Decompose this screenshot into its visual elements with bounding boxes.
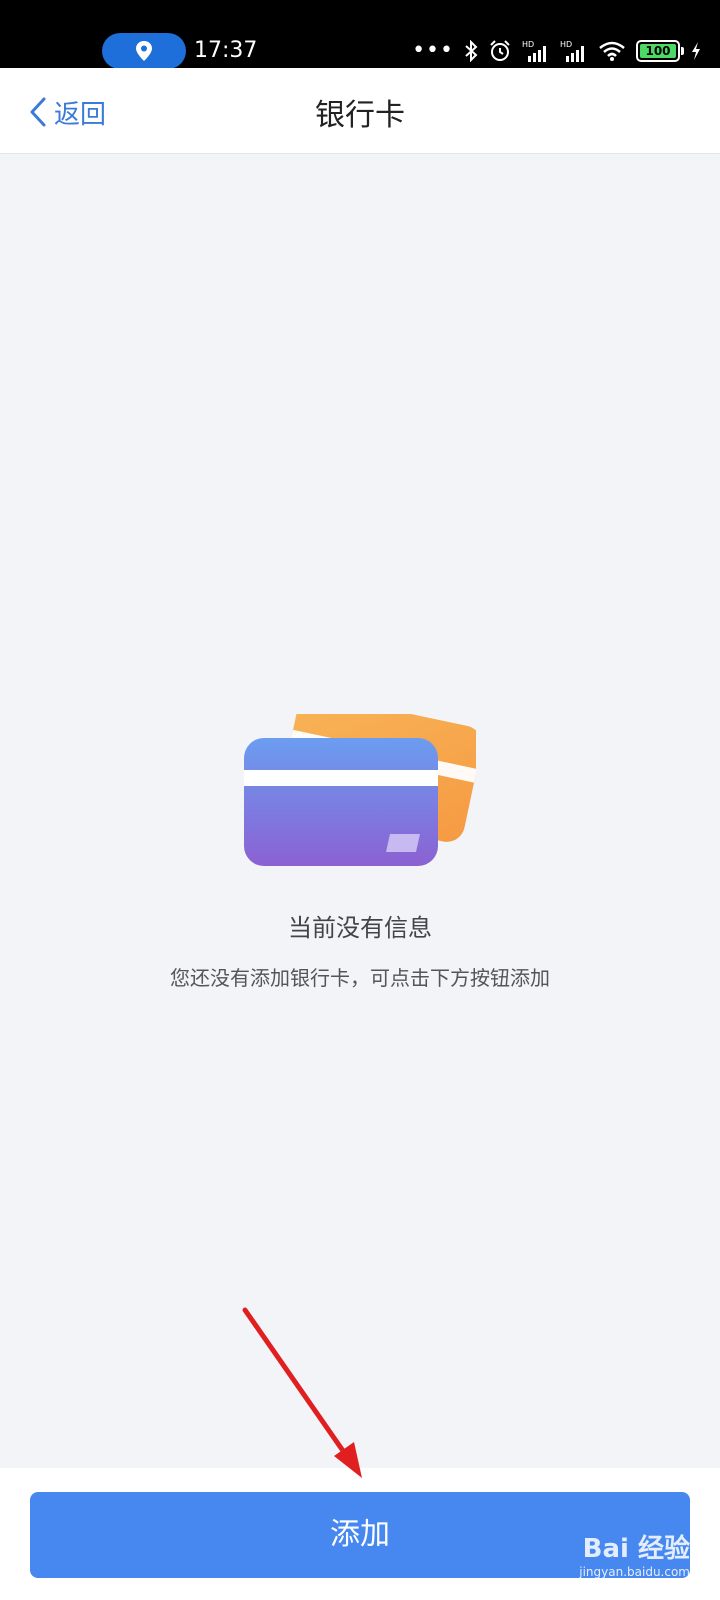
bluetooth-icon — [465, 40, 478, 62]
more-dots-icon: ••• — [412, 38, 454, 63]
bank-card-illustration — [244, 714, 476, 866]
location-icon — [136, 41, 152, 61]
charging-icon — [692, 42, 700, 60]
status-bar: 17:37 ••• HD HD 100 — [0, 0, 720, 69]
empty-state-description: 您还没有添加银行卡，可点击下方按钮添加 — [170, 966, 550, 990]
hd-signal-icon: HD — [560, 40, 584, 62]
empty-state-title: 当前没有信息 — [288, 914, 432, 942]
page-title: 银行卡 — [315, 98, 405, 133]
hd-signal-icon: HD — [522, 40, 546, 62]
svg-text:HD: HD — [522, 40, 534, 49]
wifi-icon — [599, 41, 625, 61]
status-time: 17:37 — [194, 38, 258, 63]
svg-text:HD: HD — [560, 40, 572, 49]
alarm-icon — [490, 40, 510, 61]
battery-level: 100 — [640, 44, 676, 58]
add-bank-card-button[interactable]: 添加 — [30, 1492, 690, 1578]
nav-bar: 返回 银行卡 — [0, 68, 720, 154]
battery-icon: 100 — [636, 40, 684, 62]
status-icons: ••• HD HD 100 — [412, 36, 702, 66]
location-indicator[interactable] — [102, 33, 186, 69]
